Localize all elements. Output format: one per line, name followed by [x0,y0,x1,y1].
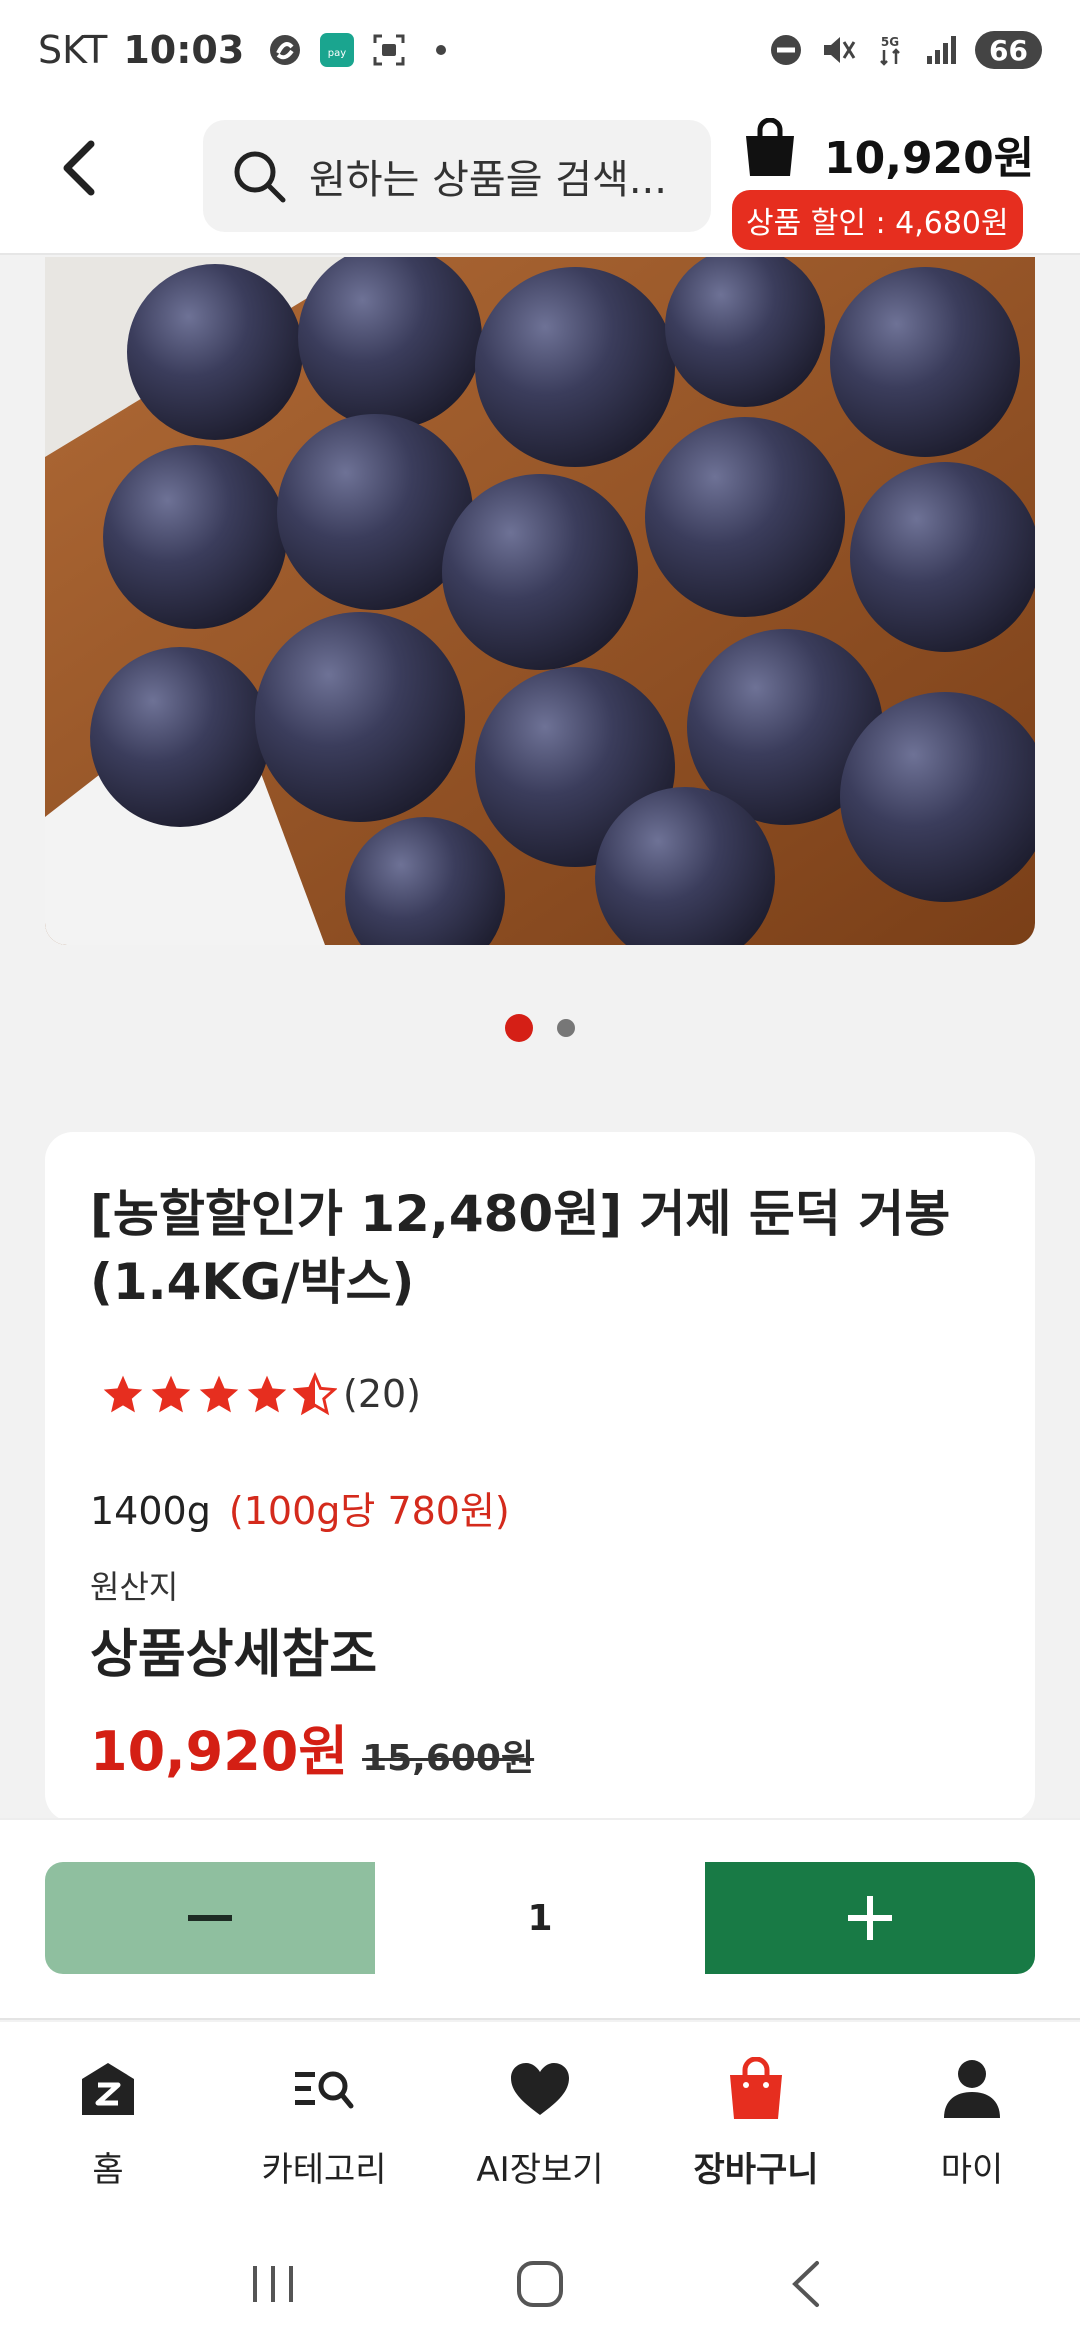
price-row: 10,920원 15,600원 [90,1707,534,1786]
screenshot-icon [370,31,408,69]
plus-icon [848,1896,892,1940]
nav-label-home: 홈 [92,2150,124,2190]
product-info-card: [농할할인가 12,480원] 거제 둔덕 거봉 (1.4KG/박스) (20)… [45,1132,1035,1822]
cart-total: 10,920원 [824,133,1035,184]
origin-value: 상품상세참조 [90,1625,378,1685]
recent-apps-icon [253,2265,294,2302]
grapes-photo [45,257,1035,945]
nav-label-category: 카테고리 [261,2150,387,2190]
star-icon [151,1375,191,1413]
cart-summary[interactable]: 10,920원 상품 할인 : 4,680원 [732,114,1062,250]
back-chevron-icon [791,2260,819,2307]
nav-item-my[interactable]: 마이 [864,2022,1080,2227]
person-icon [937,2054,1007,2124]
heart-icon [505,2054,575,2124]
product-weight: 1400g [90,1489,211,1533]
status-left: SKT 10:03 pay [38,28,460,72]
dnd-icon [767,31,805,69]
battery-level: 66 [989,33,1028,67]
carousel-dot-2[interactable] [557,1019,575,1037]
recent-apps-button[interactable] [238,2249,308,2319]
signal-icon [923,31,961,69]
mute-icon [819,31,857,69]
back-system-button[interactable] [772,2249,842,2319]
bottom-nav: 홈 카테고리 AI장보기 장바구니 마이 [0,2022,1080,2227]
minus-icon [188,1915,232,1921]
home-icon [73,2054,143,2124]
clock: 10:03 [123,28,245,72]
product-title: [농할할인가 12,480원] 거제 둔덕 거봉 (1.4KG/박스) [90,1185,951,1311]
decrease-quantity-button[interactable] [45,1862,375,1974]
nav-item-ai-shopping[interactable]: AI장보기 [432,2022,648,2227]
unit-price: (100g당 780원) [228,1489,510,1533]
origin-label: 원산지 [90,1568,179,1606]
product-rating[interactable]: (20) [101,1372,421,1416]
cart-bag-icon [746,118,794,176]
shopping-bag-icon [721,2054,791,2124]
nav-item-category[interactable]: 카테고리 [216,2022,432,2227]
star-icon [247,1375,287,1413]
search-input[interactable]: 원하는 상품을 검색... [203,120,711,232]
carrier-label: SKT [38,28,108,72]
review-count: (20) [343,1372,422,1416]
5g-icon: 5G [871,31,909,69]
carousel-dot-1[interactable] [505,1014,533,1042]
nav-label-cart: 장바구니 [693,2150,819,2190]
weight-info: 1400g (100g당 780원) [90,1480,510,1535]
battery-icon: 66 [975,31,1042,69]
back-button[interactable] [40,128,120,208]
top-header: 원하는 상품을 검색... 10,920원 상품 할인 : 4,680원 [0,100,1080,255]
carousel-indicator[interactable] [0,1013,1080,1043]
sale-price: 10,920원 [90,1720,349,1783]
home-system-button[interactable] [505,2249,575,2319]
star-icon [199,1375,239,1413]
svg-text:pay: pay [328,48,346,59]
pay-app-icon: pay [318,31,356,69]
samsung-pay-icon [266,31,304,69]
nav-label-ai-shopping: AI장보기 [476,2150,604,2190]
quantity-value[interactable]: 1 [375,1862,705,1974]
nav-item-home[interactable]: 홈 [0,2022,216,2227]
nav-label-my: 마이 [940,2150,1004,2190]
system-nav-bar [0,2227,1080,2340]
search-placeholder: 원하는 상품을 검색... [309,157,667,203]
quantity-stepper: 1 [0,1818,1080,2020]
product-image[interactable] [45,257,1035,945]
home-circle-icon [516,2260,563,2307]
nav-item-cart[interactable]: 장바구니 [648,2022,864,2227]
back-arrow-icon [63,140,95,196]
status-right: 5G 66 [767,31,1042,69]
original-price: 15,600원 [362,1738,535,1779]
star-icon [103,1375,143,1413]
notification-icons: pay [266,31,460,69]
category-search-icon [289,2054,359,2124]
search-icon [234,151,286,203]
status-bar: SKT 10:03 pay 5G 66 [0,0,1080,100]
dot-icon [422,31,460,69]
cart-discount-badge: 상품 할인 : 4,680원 [732,190,1023,250]
increase-quantity-button[interactable] [705,1862,1035,1974]
half-star-icon [293,1372,337,1416]
svg-text:5G: 5G [881,35,899,49]
